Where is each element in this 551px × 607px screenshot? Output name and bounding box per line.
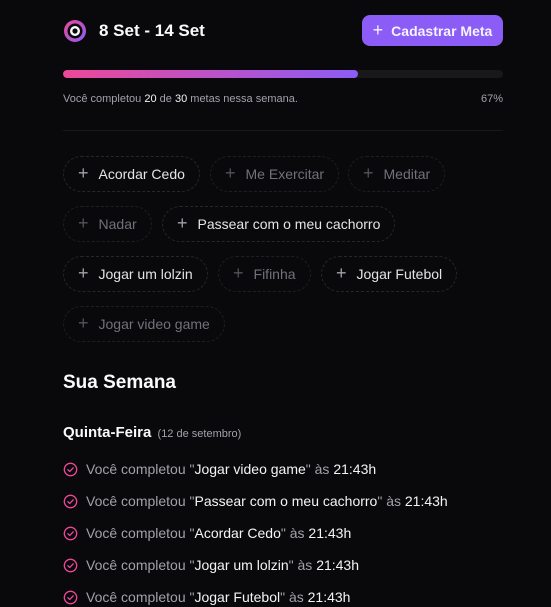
entry-prefix: Você completou " [86, 589, 195, 605]
goal-chip-label: Acordar Cedo [98, 166, 185, 182]
goal-chip-label: Jogar Futebol [356, 266, 443, 282]
plus-icon: + [336, 263, 347, 283]
completed-count: 20 [144, 93, 157, 105]
week-range-title: 8 Set - 14 Set [99, 21, 205, 40]
check-circle-icon [63, 462, 78, 476]
entry-goal: Jogar video game [194, 461, 306, 477]
goal-chip-jogar-futebol[interactable]: + Jogar Futebol [321, 256, 458, 292]
goal-chip-label: Fifinha [253, 266, 296, 282]
goal-chip-label: Nadar [98, 216, 137, 232]
progress-bar [63, 70, 503, 78]
completion-entry: Você completou "Jogar Futebol" às 21:43h [63, 587, 350, 607]
progress-text-suffix: metas nessa semana. [190, 93, 298, 105]
check-circle-icon [63, 526, 78, 540]
goal-chip-label: Passear com o meu cachorro [197, 216, 381, 232]
entry-goal: Jogar um lolzin [194, 557, 289, 573]
progress-percent: 67% [480, 93, 503, 105]
entry-time: 21:43h [308, 525, 352, 541]
day-heading: Quinta-Feira (12 de setembro) [63, 424, 241, 441]
entry-prefix: Você completou " [86, 557, 195, 573]
goal-chip-jogar-video-game[interactable]: + Jogar video game [63, 306, 225, 342]
divider [63, 130, 503, 131]
plus-icon: + [78, 213, 89, 233]
plus-icon: + [78, 263, 89, 283]
entry-time: 21:43h [316, 557, 360, 573]
completion-entry: Você completou "Acordar Cedo" às 21:43h [63, 523, 351, 543]
check-circle-icon [63, 558, 78, 572]
entry-time: 21:43h [333, 461, 377, 477]
goal-chip-passear-com-o-meu-cachorro[interactable]: + Passear com o meu cachorro [162, 206, 396, 242]
total-count: 30 [174, 93, 188, 105]
goal-chip-label: Jogar video game [98, 316, 210, 332]
add-goal-button-label: Cadastrar Meta [391, 22, 493, 39]
check-circle-icon [63, 494, 78, 508]
goal-chip-meditar[interactable]: + Meditar [348, 156, 446, 192]
plus-icon: + [225, 163, 236, 183]
entry-goal: Passear com o meu cachorro [194, 493, 378, 509]
goal-chip-label: Meditar [383, 166, 431, 182]
entry-middle: " às [288, 557, 317, 573]
day-name: Quinta-Feira [63, 424, 152, 441]
target-ring-icon [64, 20, 86, 42]
plus-icon: + [78, 163, 89, 183]
goal-chip-nadar[interactable]: + Nadar [63, 206, 152, 242]
entry-middle: " às [305, 461, 334, 477]
goal-chip-label: Me Exercitar [245, 166, 325, 182]
entry-time: 21:43h [404, 493, 448, 509]
goal-chip-acordar-cedo[interactable]: + Acordar Cedo [63, 156, 200, 192]
completion-entry: Você completou "Jogar video game" às 21:… [63, 459, 376, 479]
progress-text-middle: de [159, 93, 172, 105]
goal-chip-fifinha[interactable]: + Fifinha [218, 256, 311, 292]
progress-summary: Você completou 20 de 30 metas nessa sema… [63, 93, 298, 105]
plus-icon: + [177, 213, 188, 233]
entry-goal: Jogar Futebol [194, 589, 281, 605]
plus-icon: + [78, 313, 89, 333]
plus-icon: + [372, 19, 384, 40]
progress-bar-fill [63, 70, 358, 78]
entry-middle: " às [377, 493, 405, 509]
plus-icon: + [233, 263, 244, 283]
completion-entry: Você completou "Passear com o meu cachor… [63, 491, 448, 511]
check-circle-icon [63, 590, 78, 604]
entry-prefix: Você completou " [86, 525, 195, 541]
goal-chip-label: Jogar um lolzin [98, 266, 193, 282]
entry-time: 21:43h [307, 589, 351, 605]
header: 8 Set - 14 Set + Cadastrar Meta [63, 15, 503, 47]
add-goal-button[interactable]: + Cadastrar Meta [362, 15, 503, 46]
progress-text-prefix: Você completou [63, 93, 142, 105]
goal-chip-jogar-um-lolzin[interactable]: + Jogar um lolzin [63, 256, 208, 292]
goal-chip-me-exercitar[interactable]: + Me Exercitar [210, 156, 340, 192]
entry-middle: " às [280, 589, 308, 605]
entry-prefix: Você completou " [86, 461, 195, 477]
entry-middle: " às [280, 525, 309, 541]
plus-icon: + [363, 163, 374, 183]
entry-goal: Acordar Cedo [194, 525, 281, 541]
entry-prefix: Você completou " [86, 493, 195, 509]
completion-entry: Você completou "Jogar um lolzin" às 21:4… [63, 555, 359, 575]
section-title: Sua Semana [63, 372, 176, 393]
day-date: (12 de setembro) [157, 428, 242, 440]
